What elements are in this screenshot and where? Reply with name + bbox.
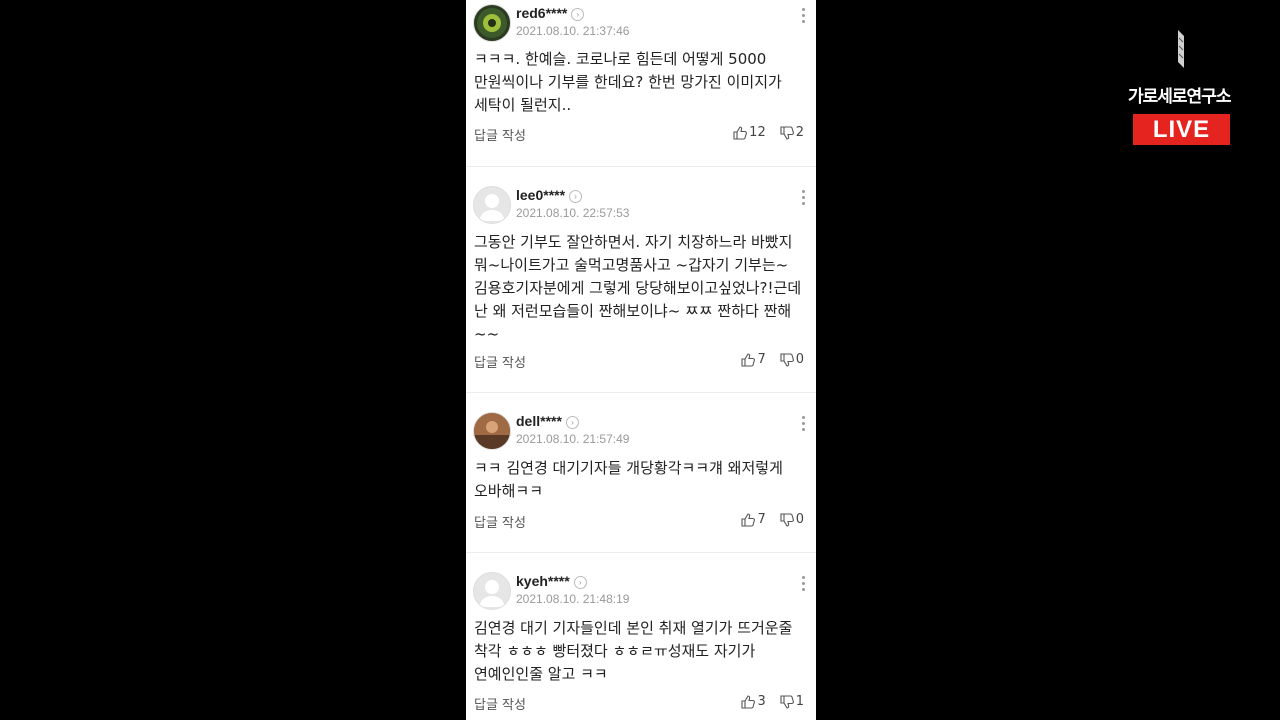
vote-area: 7 0 (741, 352, 804, 367)
username[interactable]: dell**** › (516, 413, 579, 429)
divider (466, 166, 816, 167)
comment-text: ㅋㅋ 김연경 대기기자들 개당황각ㅋㅋ걔 왜저렇게 오바해ㅋㅋ (474, 459, 783, 500)
thumbs-up-icon (741, 694, 756, 709)
more-vertical-icon[interactable] (802, 8, 806, 26)
vote-area: 12 2 (733, 125, 804, 140)
like-count: 7 (757, 512, 766, 527)
dislike-button[interactable]: 2 (780, 125, 804, 140)
comment-list: red6**** › 2021.08.10. 21:37:46 ㅋㅋㅋ. 한예슬.… (466, 0, 816, 720)
comment-item: lee0**** › 2021.08.10. 22:57:53 그동안 기부도 잘… (466, 170, 816, 392)
more-vertical-icon[interactable] (802, 416, 806, 434)
thumbs-down-icon (780, 512, 794, 527)
dislike-button[interactable]: 1 (780, 694, 804, 709)
chevron-right-icon[interactable]: › (569, 189, 583, 203)
like-button[interactable]: 3 (741, 694, 766, 709)
comment-date: 2021.08.10. 22:57:53 (516, 206, 630, 220)
thumbs-up-icon (733, 125, 748, 140)
more-vertical-icon[interactable] (802, 576, 806, 594)
reply-button[interactable]: 답글 작성 (474, 125, 526, 144)
more-vertical-icon[interactable] (802, 190, 806, 208)
like-button[interactable]: 7 (741, 512, 766, 527)
chevron-right-icon[interactable]: › (571, 7, 585, 21)
avatar[interactable] (473, 4, 511, 42)
comment-date: 2021.08.10. 21:57:49 (516, 432, 630, 446)
thumbs-down-icon (780, 352, 794, 367)
vote-area: 3 1 (741, 694, 804, 709)
avatar[interactable] (473, 186, 511, 224)
comment-item: dell**** › 2021.08.10. 21:57:49 ㅋㅋ 김연경 대기… (466, 396, 816, 552)
divider (466, 392, 816, 393)
live-badge: LIVE (1133, 114, 1230, 145)
avatar[interactable] (473, 572, 511, 610)
comment-item: kyeh**** › 2021.08.10. 21:48:19 김연경 대기 기자… (466, 556, 816, 720)
chevron-right-icon[interactable]: › (573, 575, 587, 589)
like-count: 3 (757, 694, 766, 709)
username[interactable]: red6**** › (516, 5, 585, 21)
comment-text: ㅋㅋㅋ. 한예슬. 코로나로 힘든데 어떻게 5000 만원씩이나 기부를 한데… (474, 50, 782, 114)
thumbs-up-icon (741, 352, 756, 367)
logo-mark-icon (1178, 30, 1184, 68)
vote-area: 7 0 (741, 512, 804, 527)
username[interactable]: kyeh**** › (516, 573, 587, 589)
like-button[interactable]: 7 (741, 352, 766, 367)
channel-logo: 가로세로연구소 (1128, 87, 1231, 107)
dislike-button[interactable]: 0 (780, 352, 804, 367)
thumbs-down-icon (780, 125, 794, 140)
like-count: 7 (757, 352, 766, 367)
comment-text: 김연경 대기 기자들인데 본인 취재 열기가 뜨거운줄 착각 ㅎㅎㅎ 빵터졌다 … (474, 619, 793, 683)
comment-date: 2021.08.10. 21:37:46 (516, 24, 630, 38)
comment-date: 2021.08.10. 21:48:19 (516, 592, 630, 606)
thumbs-up-icon (741, 512, 756, 527)
reply-button[interactable]: 답글 작성 (474, 512, 526, 531)
like-button[interactable]: 12 (733, 125, 766, 140)
comment-text: 그동안 기부도 잘안하면서. 자기 치장하느라 바빴지 뭐~나이트가고 술먹고명… (474, 233, 802, 343)
like-count: 12 (749, 125, 766, 140)
dislike-count: 0 (795, 512, 804, 527)
dislike-button[interactable]: 0 (780, 512, 804, 527)
dislike-count: 0 (795, 352, 804, 367)
comment-item: red6**** › 2021.08.10. 21:37:46 ㅋㅋㅋ. 한예슬.… (466, 0, 816, 166)
chevron-right-icon[interactable]: › (565, 415, 579, 429)
dislike-count: 1 (795, 694, 804, 709)
username[interactable]: lee0**** › (516, 187, 583, 203)
thumbs-down-icon (780, 694, 794, 709)
avatar[interactable] (473, 412, 511, 450)
reply-button[interactable]: 답글 작성 (474, 694, 526, 713)
reply-button[interactable]: 답글 작성 (474, 352, 526, 371)
divider (466, 552, 816, 553)
dislike-count: 2 (795, 125, 804, 140)
